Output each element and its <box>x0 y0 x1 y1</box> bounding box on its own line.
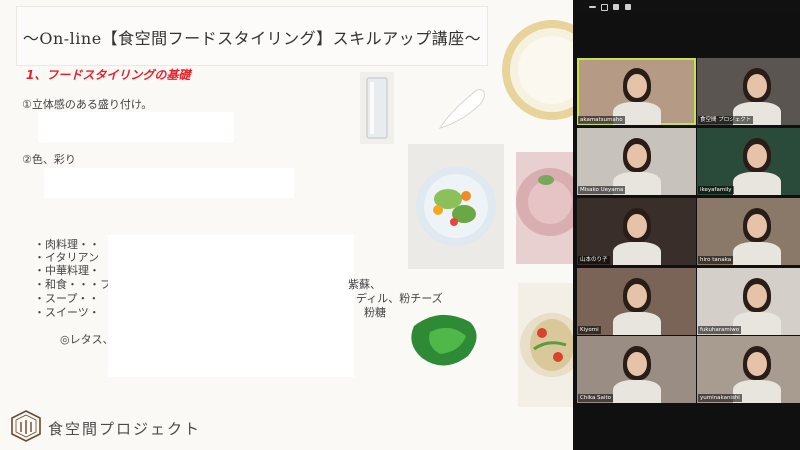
section-heading: 1、フードスタイリングの基礎 <box>26 68 191 82</box>
leaf-image <box>400 296 496 382</box>
restore-icon[interactable] <box>601 4 608 11</box>
participant-name: fukuharamiwo <box>698 326 742 334</box>
participant-name: Misako Ueyama <box>578 186 626 194</box>
participant-name: Chika Saito <box>578 394 613 402</box>
participant-name: hiro tanaka <box>698 256 734 264</box>
participant-tile[interactable]: Chika Saito <box>577 336 696 403</box>
covered-area <box>108 235 354 377</box>
participant-tile[interactable]: akamatsumaho <box>577 58 696 125</box>
company-name: 食空間プロジェクト <box>48 420 202 438</box>
gallery-toolbar <box>573 0 800 14</box>
participant-tile[interactable]: fukuharamiwo <box>697 268 800 335</box>
salad-plate-image <box>408 144 504 269</box>
participant-video <box>607 346 667 403</box>
gold-plate-image <box>500 14 573 124</box>
participant-tile[interactable]: hiro tanaka <box>697 198 800 265</box>
glass-image <box>360 72 394 144</box>
title-box: ～On-line【食空間フードスタイリング】スキルアップ講座～ <box>16 6 488 66</box>
covered-area <box>38 112 234 142</box>
participant-tile[interactable]: Misako Ueyama <box>577 128 696 195</box>
participant-name: 食空間 プロジェクト <box>698 116 754 124</box>
text-fragment: 粉糖 <box>364 306 386 319</box>
options-icon[interactable] <box>625 4 631 10</box>
pasta-image <box>518 283 573 407</box>
covered-area <box>44 168 294 198</box>
spoon-image <box>432 76 488 136</box>
participant-tile[interactable]: yuminakanishi <box>697 336 800 403</box>
note-text: ◎レタス、 <box>60 333 114 346</box>
item-2: ②色、彩り <box>22 153 76 166</box>
participant-tile[interactable]: 食空間 プロジェクト <box>697 58 800 125</box>
participant-video <box>607 208 667 265</box>
participant-tile[interactable]: 山本のり子 <box>577 198 696 265</box>
grid-view-icon[interactable] <box>613 4 619 10</box>
participant-name: Kiyomi <box>578 326 601 334</box>
slide-title: ～On-line【食空間フードスタイリング】スキルアップ講座～ <box>22 29 482 48</box>
participant-tile[interactable]: ikeyafamily <box>697 128 800 195</box>
participant-video <box>727 138 787 195</box>
minimize-icon[interactable] <box>589 6 596 8</box>
participant-tile[interactable]: Kiyomi <box>577 268 696 335</box>
list-item: ・スイーツ・ <box>34 306 100 319</box>
pink-plate-image <box>516 152 573 264</box>
participant-name: 山本のり子 <box>578 256 610 264</box>
item-1: ①立体感のある盛り付け。 <box>22 98 153 111</box>
company-logo-icon <box>10 410 42 446</box>
participant-video <box>607 278 667 335</box>
participant-video <box>727 208 787 265</box>
presentation-slide: ～On-line【食空間フードスタイリング】スキルアップ講座～ 1、フードスタイ… <box>0 0 573 450</box>
participant-name: yuminakanishi <box>698 394 742 402</box>
participant-name: akamatsumaho <box>578 116 625 124</box>
participant-name: ikeyafamily <box>698 186 734 194</box>
video-gallery-panel: akamatsumaho 食空間 プロジェクト Misako Ueyama ikeya… <box>573 0 800 450</box>
